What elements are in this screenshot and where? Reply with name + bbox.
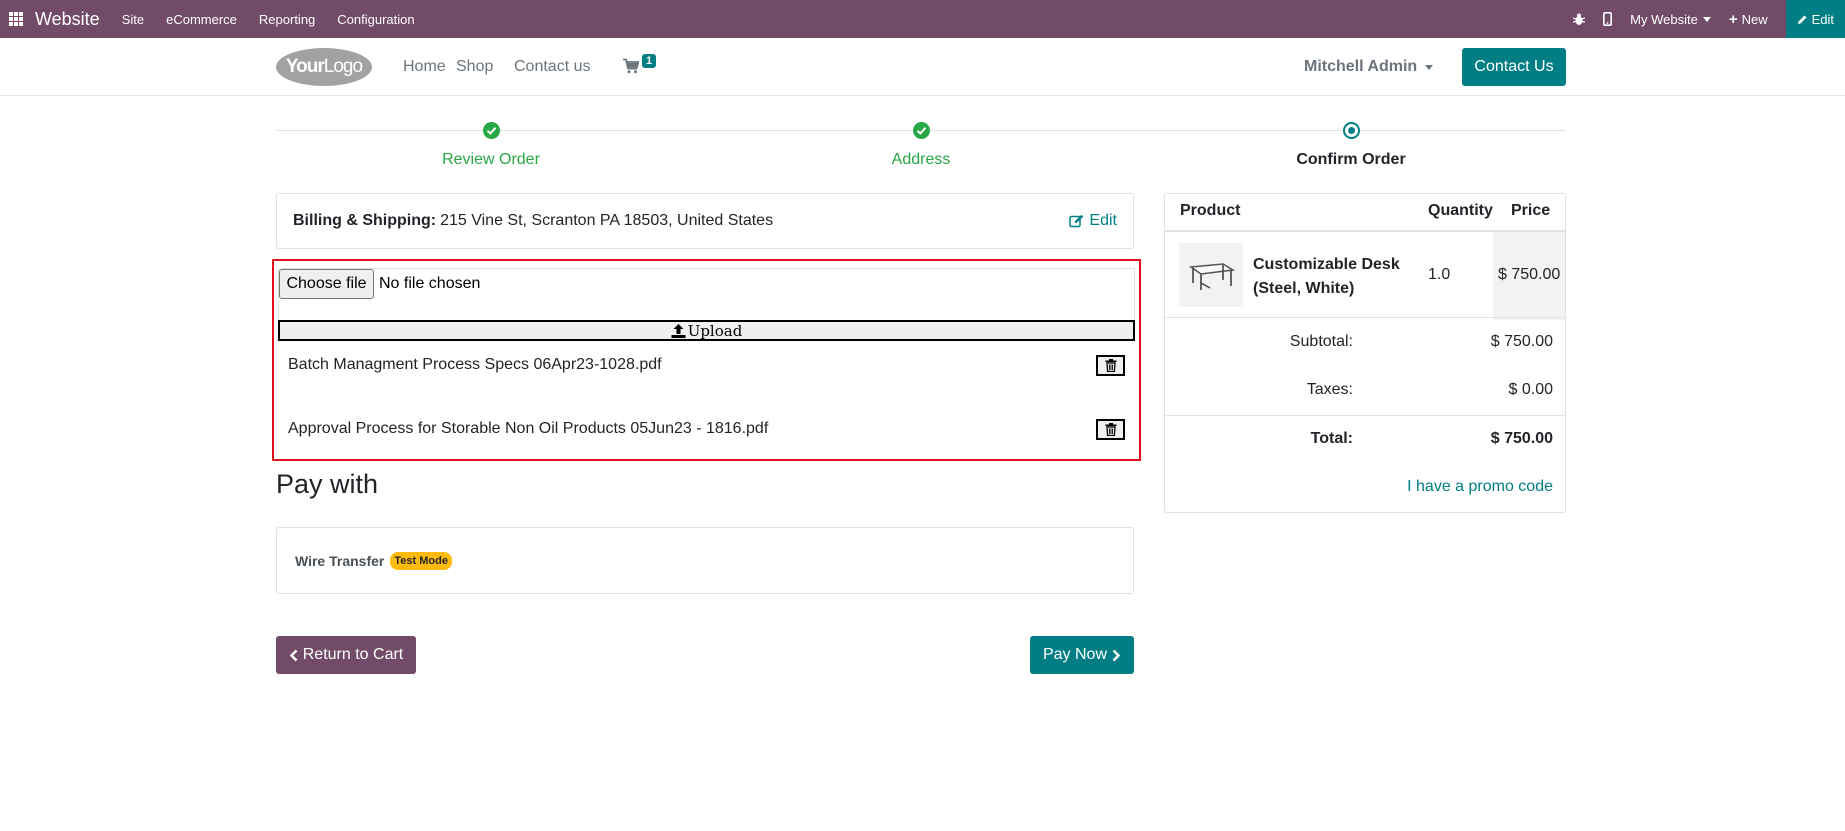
subtotal-label: Subtotal: [1289, 333, 1353, 350]
admin-brand[interactable]: Website [35, 9, 100, 30]
company-logo[interactable]: Your Logo [276, 48, 372, 86]
promo-code-link[interactable]: I have a promo code [1407, 478, 1553, 496]
bug-icon[interactable] [1573, 13, 1586, 26]
admin-menu-reporting[interactable]: Reporting [259, 12, 315, 27]
nav-home[interactable]: Home [403, 58, 446, 76]
billing-label: Billing & Shipping: [293, 212, 437, 229]
return-to-cart-label: Return to Cart [302, 646, 404, 663]
product-name[interactable]: Customizable Desk (Steel, White) [1253, 253, 1413, 301]
new-button[interactable]: + New [1729, 11, 1768, 28]
subtotal-value: $ 750.00 [1490, 333, 1553, 350]
step-address[interactable]: Address [821, 151, 1021, 169]
pay-with-heading: Pay with [276, 469, 379, 499]
admin-menu-configuration[interactable]: Configuration [337, 12, 414, 27]
cart-icon[interactable] [623, 58, 639, 74]
taxes-label: Taxes: [1306, 381, 1353, 398]
choose-file-button[interactable]: Choose file [279, 269, 374, 299]
test-mode-badge: Test Mode [390, 551, 452, 570]
user-name: Mitchell Admin [1304, 58, 1418, 75]
payment-method-name: Wire Transfer [295, 552, 385, 569]
trash-icon [1105, 423, 1116, 436]
column-header-product: Product [1180, 202, 1241, 219]
quantity-cell: 1.0 [1423, 232, 1493, 320]
column-header-quantity: Quantity [1428, 202, 1493, 219]
pencil-icon [1797, 15, 1807, 24]
edit-icon [1069, 214, 1084, 228]
upload-button[interactable]: Upload [278, 320, 1135, 341]
nav-contact-us[interactable]: Contact us [514, 58, 590, 76]
attachment-filename[interactable]: Batch Managment Process Specs 06Apr23-10… [288, 356, 662, 373]
chevron-down-icon [1425, 64, 1434, 70]
billing-address: 215 Vine St, Scranton PA 18503, United S… [440, 212, 774, 229]
website-selector[interactable]: My Website [1630, 12, 1711, 27]
apps-grid-icon[interactable] [9, 12, 23, 26]
admin-menu-ecommerce[interactable]: eCommerce [166, 12, 237, 27]
total-divider [1165, 415, 1565, 416]
order-summary: Product Quantity Price 1.0 $ 750.00 Cust… [1164, 193, 1566, 513]
edit-address-link[interactable]: Edit [1069, 212, 1117, 230]
contact-us-button[interactable]: Contact Us [1462, 48, 1566, 86]
cart-count-badge[interactable]: 1 [642, 54, 657, 68]
row-divider [1165, 317, 1565, 318]
check-circle-icon [483, 122, 500, 139]
site-header: Your Logo Home Shop Contact us 1 Mitchell… [0, 38, 1845, 96]
website-selector-label: My Website [1630, 11, 1698, 27]
edit-address-label: Edit [1089, 212, 1117, 229]
billing-shipping-card: Billing & Shipping: 215 Vine St, Scranto… [276, 193, 1134, 249]
mobile-preview-icon[interactable] [1603, 12, 1613, 26]
delete-attachment-button[interactable] [1096, 419, 1125, 440]
file-status-text: No file chosen [379, 275, 481, 292]
chevron-down-icon [1702, 16, 1711, 22]
return-to-cart-button[interactable]: Return to Cart [276, 636, 416, 674]
admin-navbar: Website Site eCommerce Reporting Configu… [0, 0, 1845, 38]
price-cell: $ 750.00 [1493, 232, 1565, 320]
product-image[interactable] [1179, 243, 1243, 307]
new-label: New [1741, 11, 1768, 27]
step-confirm-order: Confirm Order [1296, 151, 1406, 168]
pay-now-label: Pay Now [1042, 646, 1108, 663]
attachment-filename[interactable]: Approval Process for Storable Non Oil Pr… [288, 420, 768, 437]
chevron-right-icon [1112, 649, 1121, 661]
nav-shop[interactable]: Shop [456, 58, 493, 76]
edit-label: Edit [1811, 11, 1834, 27]
attachment-row: Batch Managment Process Specs 06Apr23-10… [288, 356, 1133, 374]
file-input-wrapper: Choose file No file chosen [278, 268, 1135, 322]
item-quantity: 1.0 [1428, 266, 1451, 283]
check-circle-icon [913, 122, 930, 139]
upload-label: Upload [687, 321, 743, 340]
plus-icon: + [1728, 10, 1738, 28]
column-header-price: Price [1511, 202, 1551, 219]
total-value: $ 750.00 [1490, 430, 1553, 447]
chevron-left-icon [289, 649, 298, 661]
total-label: Total: [1310, 430, 1353, 447]
current-step-dot-icon [1343, 122, 1360, 139]
payment-method-option[interactable]: Wire Transfer Test Mode [276, 527, 1134, 594]
table-row: 1.0 $ 750.00 Customizable Desk (Steel, W… [1165, 232, 1565, 320]
user-menu[interactable]: Mitchell Admin [1304, 58, 1434, 76]
item-price: $ 750.00 [1498, 266, 1561, 283]
edit-button[interactable]: Edit [1785, 0, 1845, 38]
taxes-value: $ 0.00 [1508, 381, 1553, 398]
delete-attachment-button[interactable] [1096, 355, 1125, 376]
pay-now-button[interactable]: Pay Now [1030, 636, 1134, 674]
admin-menu-site[interactable]: Site [122, 12, 144, 27]
attachment-row: Approval Process for Storable Non Oil Pr… [288, 420, 1133, 438]
upload-icon [671, 323, 686, 338]
attachments-upload-section: Choose file No file chosen Upload Batch … [272, 259, 1141, 461]
logo-text-bold: Your [285, 56, 325, 77]
step-review-order[interactable]: Review Order [391, 151, 591, 169]
logo-text-light: Logo [323, 56, 363, 77]
trash-icon [1105, 359, 1116, 372]
